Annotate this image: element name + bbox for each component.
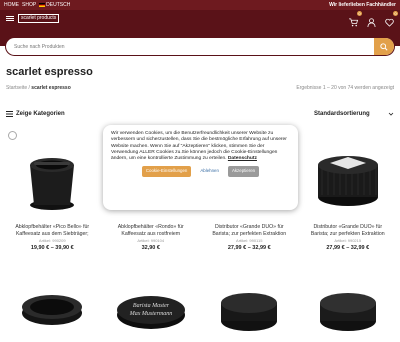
engraving-line-2: Max Mustermann: [129, 311, 173, 317]
compare-toggle[interactable]: [8, 131, 17, 140]
breadcrumb-separator: /: [28, 85, 30, 91]
show-categories-label: Zeige Kategorien: [16, 111, 65, 117]
product-image-distributor-duo[interactable]: [302, 126, 395, 224]
product-article: Artikel: 990115: [236, 238, 263, 244]
product-article: Artikel: 990209: [38, 238, 66, 244]
product-name[interactable]: Abklopfbehälter «Rondo» für Kaffeesatz a…: [105, 224, 198, 237]
page-title: scarlet espresso: [6, 66, 93, 78]
product-name[interactable]: Distributor «Grande DUO» für Barista; zu…: [302, 224, 395, 237]
product-name[interactable]: Distributor «Grande DUO» für Barista; zu…: [203, 224, 296, 237]
chevron-down-icon: [388, 112, 394, 116]
search-button[interactable]: [374, 38, 394, 55]
product-article: Artikel: 990104: [137, 238, 165, 244]
result-count: Ergebnisse 1 – 20 von 74 werden angezeig…: [296, 85, 394, 91]
account-icon[interactable]: [367, 14, 376, 28]
product-image-tamper[interactable]: [6, 282, 99, 342]
product-image-engraved-tamper[interactable]: Barista Master Max Mustermann: [105, 282, 198, 342]
cookie-text: Wir verwenden Cookies, um die Benutzerfr…: [111, 131, 290, 162]
product-price: 27,99 € – 32,99 €: [227, 245, 271, 252]
product-card[interactable]: Abklopfbehälter «Pico Bello» für Kaffees…: [6, 126, 99, 276]
product-price: 19,90 € – 39,90 €: [30, 245, 74, 252]
sort-select-value: Standardsortierung: [314, 111, 370, 117]
product-card[interactable]: Distributor «Grande DUO» für Barista; zu…: [302, 126, 395, 276]
search-input[interactable]: Suche nach Produkten: [14, 44, 65, 50]
cookie-settings-button[interactable]: Cookie-Einstellungen: [141, 166, 192, 177]
cookie-consent-dialog: Wir verwenden Cookies, um die Benutzerfr…: [103, 125, 298, 210]
wishlist-heart-icon[interactable]: 0: [385, 11, 398, 27]
breadcrumb: Startseite / scarlet espresso: [6, 85, 71, 91]
show-categories-toggle[interactable]: Zeige Kategorien: [6, 111, 65, 117]
cart-count-badge: 0: [357, 11, 362, 16]
product-image-knock-box[interactable]: [6, 126, 99, 224]
search-icon: [380, 42, 388, 51]
privacy-link[interactable]: Datenschutz: [228, 156, 257, 161]
product-price: 27,99 € – 32,99 €: [326, 245, 370, 252]
german-flag-icon: [39, 2, 46, 7]
product-article: Artikel: 990215: [334, 238, 362, 244]
hamburger-menu-icon[interactable]: [6, 16, 14, 21]
breadcrumb-home-link[interactable]: Startseite: [6, 85, 27, 91]
site-header: 0 0 scarlet products Suche nach Produkte…: [0, 10, 400, 55]
product-image-tamper-dark[interactable]: [302, 282, 395, 342]
language-switcher[interactable]: DEUTSCH: [39, 2, 70, 8]
accept-cookies-button[interactable]: Akzeptieren: [227, 166, 260, 177]
language-label: DEUTSCH: [46, 2, 71, 8]
search-bar[interactable]: Suche nach Produkten: [6, 38, 394, 55]
topbar-tagline: Wir lieferlieben Fachhändler: [329, 2, 396, 8]
cookie-message: Wir verwenden Cookies, um die Benutzerfr…: [111, 131, 287, 162]
list-icon: [6, 111, 13, 117]
site-logo[interactable]: scarlet products: [18, 14, 60, 23]
product-grid-row-2: Barista Master Max Mustermann: [6, 282, 394, 342]
product-name[interactable]: Abklopfbehälter «Pico Bello» für Kaffees…: [6, 224, 99, 237]
engraving-line-1: Barista Master: [133, 303, 170, 309]
product-price: 32,90 €: [141, 245, 160, 252]
reject-cookies-button[interactable]: Ablehnen: [196, 166, 223, 176]
product-image-tamper-black[interactable]: [203, 282, 296, 342]
topbar-link-shop[interactable]: SHOP: [22, 2, 36, 8]
top-bar: HOME SHOP DEUTSCH Wir lieferlieben Fachh…: [0, 0, 400, 10]
cart-icon[interactable]: 0: [349, 11, 362, 27]
wishlist-count-badge: 0: [393, 11, 398, 16]
breadcrumb-current: scarlet espresso: [31, 85, 71, 91]
topbar-link-home[interactable]: HOME: [4, 2, 19, 8]
sort-select[interactable]: Standardsortierung: [314, 111, 394, 117]
